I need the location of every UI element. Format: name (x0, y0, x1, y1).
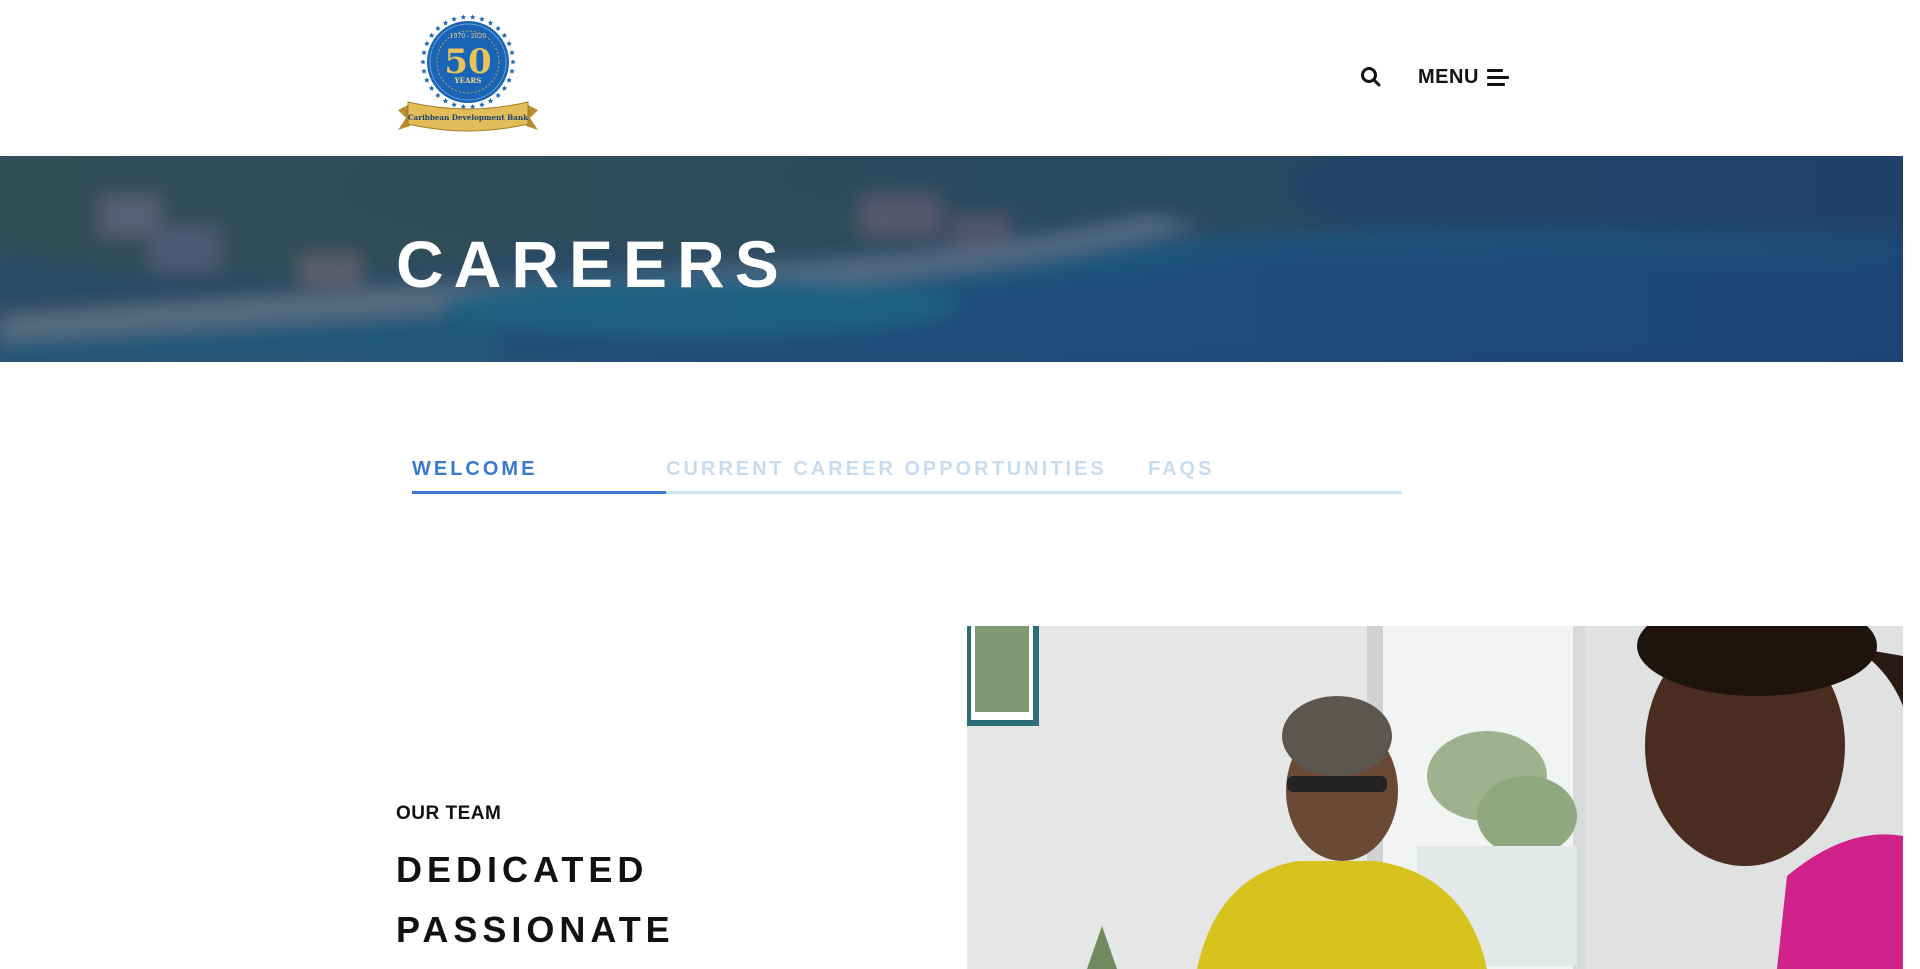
section-heading-line: PASSIONATE (396, 909, 675, 950)
tab-bar: WELCOME CURRENT CAREER OPPORTUNITIES FAQ… (412, 458, 1402, 494)
section-eyebrow: OUR TEAM (396, 803, 502, 824)
team-photo (967, 626, 1903, 969)
site-header: 1970 - 2020 50 YEARS Caribbean Developme… (0, 0, 1903, 156)
search-icon (1361, 67, 1381, 87)
tab-welcome[interactable]: WELCOME (412, 458, 666, 494)
search-button[interactable] (1359, 65, 1383, 89)
menu-button[interactable]: MENU (1418, 64, 1509, 90)
hero-background-image (0, 156, 1903, 362)
tab-faqs[interactable]: FAQS (1148, 458, 1402, 494)
page-title: CAREERS (396, 227, 789, 301)
hero-banner: CAREERS (0, 156, 1903, 362)
logo-years-range: 1970 - 2020 (450, 33, 487, 40)
team-photo-image (967, 626, 1903, 969)
menu-label: MENU (1418, 65, 1479, 88)
hamburger-icon (1486, 68, 1509, 86)
page: 1970 - 2020 50 YEARS Caribbean Developme… (0, 0, 1903, 969)
section-heading-line: DEDICATED (396, 849, 649, 890)
logo-years-label: YEARS (454, 76, 482, 85)
anniversary-logo-icon: 1970 - 2020 50 YEARS Caribbean Developme… (398, 14, 538, 132)
tab-current-career-opportunities[interactable]: CURRENT CAREER OPPORTUNITIES (666, 458, 1148, 494)
logo-ribbon-text: Caribbean Development Bank (408, 113, 529, 122)
site-logo[interactable]: 1970 - 2020 50 YEARS Caribbean Developme… (396, 12, 540, 140)
